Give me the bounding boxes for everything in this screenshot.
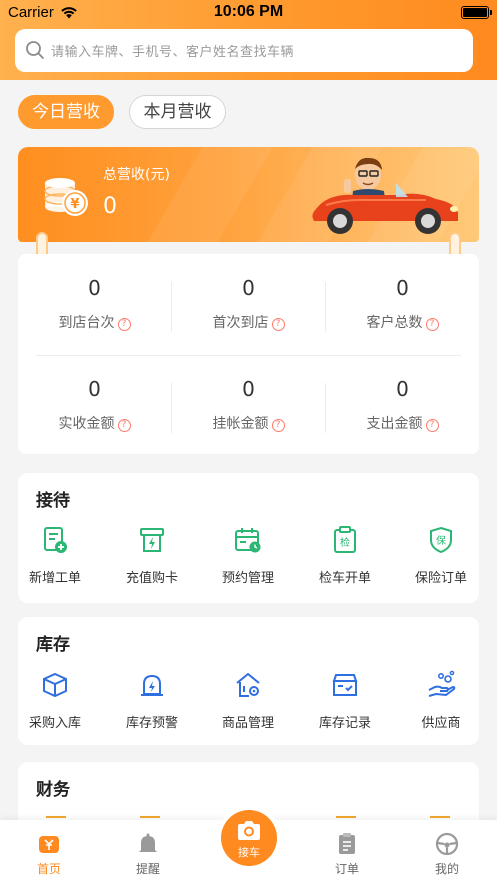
goods-icon	[233, 670, 263, 700]
item-label: 采购入库	[28, 716, 81, 731]
help-icon[interactable]: ?	[271, 318, 285, 331]
insurance-badge: 保	[436, 534, 446, 547]
help-icon[interactable]: ?	[117, 318, 131, 331]
stats-divider	[36, 355, 461, 356]
stat-label: 首次到店	[212, 315, 269, 331]
steering-wheel-icon	[435, 832, 459, 856]
insurance-shield-icon: 保	[426, 525, 456, 555]
stat-received-amount[interactable]: 0 实收金额?	[18, 377, 171, 433]
stats-card: 0 到店台次? 0 首次到店? 0 客户总数? 0 实收金额? 0 挂帐金额? …	[18, 254, 479, 454]
car-mascot-illustration	[306, 153, 466, 242]
item-label: 库存预警	[125, 716, 178, 731]
revenue-banner: ¥ 总营收(元) 0	[18, 147, 479, 242]
stat-label: 到店台次	[58, 315, 115, 331]
stat-value: 0	[242, 276, 255, 300]
status-bar: Carrier 10:06 PM	[0, 0, 497, 26]
tab-label: 订单	[334, 862, 359, 876]
svg-text:¥: ¥	[70, 197, 79, 212]
insurance-order-button[interactable]: 保 保险订单	[395, 525, 487, 586]
recharge-card-icon	[137, 525, 167, 555]
item-label: 预约管理	[221, 571, 274, 586]
reception-section: 接待 新增工单 充值购卡 预约管理 检 检车开单 保 保险订单	[18, 473, 479, 603]
status-time: 10:06 PM	[213, 3, 284, 20]
help-icon[interactable]: ?	[425, 318, 439, 331]
new-work-order-button[interactable]: 新增工单	[9, 525, 101, 586]
stat-value: 0	[242, 377, 255, 401]
appointment-management-button[interactable]: 预约管理	[202, 525, 294, 586]
section-title: 财务	[36, 780, 70, 800]
home-icon	[37, 832, 61, 856]
help-icon[interactable]: ?	[425, 419, 439, 432]
help-icon[interactable]: ?	[271, 419, 285, 432]
alert-icon	[137, 670, 167, 700]
total-revenue-value: 0	[103, 194, 117, 219]
tab-mine[interactable]: 我的	[407, 820, 487, 877]
stock-alert-button[interactable]: 库存预警	[106, 670, 198, 731]
receive-car-label: 接车	[238, 846, 260, 859]
receive-car-button[interactable]: 接车	[221, 810, 277, 866]
recharge-card-button[interactable]: 充值购卡	[106, 525, 198, 586]
tab-label: 提醒	[135, 862, 160, 876]
supplier-button[interactable]: 供应商	[395, 670, 487, 731]
bell-icon	[136, 832, 160, 856]
item-label: 商品管理	[221, 716, 274, 731]
stat-total-customers[interactable]: 0 客户总数?	[326, 276, 479, 332]
new-order-icon	[40, 525, 70, 555]
tab-reminder[interactable]: 提醒	[108, 820, 188, 877]
search-placeholder: 请输入车牌、手机号、客户姓名查找车辆	[51, 45, 295, 60]
stock-record-button[interactable]: 库存记录	[299, 670, 391, 731]
calendar-icon	[233, 525, 263, 555]
box-icon	[40, 670, 70, 700]
stat-value: 0	[88, 377, 101, 401]
stat-label: 实收金额	[58, 416, 115, 432]
inspection-badge: 检	[340, 536, 350, 549]
stat-value: 0	[396, 377, 409, 401]
tab-month-revenue[interactable]: 本月营收	[129, 95, 226, 129]
record-box-icon	[330, 670, 360, 700]
stat-expense-amount[interactable]: 0 支出金额?	[326, 377, 479, 433]
tab-home[interactable]: 首页	[9, 820, 89, 877]
item-label: 检车开单	[318, 571, 371, 586]
camera-icon	[236, 820, 262, 846]
tab-label: 首页	[36, 862, 61, 876]
coin-stack-icon: ¥	[42, 171, 90, 227]
stat-label: 挂帐金额	[212, 416, 269, 432]
help-icon[interactable]: ?	[117, 419, 131, 432]
search-input[interactable]: 请输入车牌、手机号、客户姓名查找车辆	[15, 29, 473, 72]
tab-today-revenue[interactable]: 今日营收	[18, 95, 114, 129]
stat-value: 0	[396, 276, 409, 300]
section-title: 库存	[36, 635, 70, 655]
stat-label: 客户总数	[366, 315, 423, 331]
total-revenue-label: 总营收(元)	[103, 167, 170, 183]
section-title: 接待	[36, 491, 70, 511]
search-icon	[25, 40, 45, 64]
tab-label: 我的	[434, 862, 459, 876]
clipboard-icon	[335, 832, 359, 856]
stat-credit-amount[interactable]: 0 挂帐金额?	[172, 377, 325, 433]
goods-management-button[interactable]: 商品管理	[202, 670, 294, 731]
stat-value: 0	[88, 276, 101, 300]
stat-label: 支出金额	[366, 416, 423, 432]
tab-orders[interactable]: 订单	[307, 820, 387, 877]
battery-icon	[461, 6, 492, 19]
stat-first-visit[interactable]: 0 首次到店?	[172, 276, 325, 332]
stat-store-visits[interactable]: 0 到店台次?	[18, 276, 171, 332]
item-label: 供应商	[421, 716, 461, 731]
inventory-section: 库存 采购入库 库存预警 商品管理 库存记录 供应商	[18, 617, 479, 745]
item-label: 新增工单	[28, 571, 81, 586]
item-label: 保险订单	[414, 571, 467, 586]
inspection-clipboard-icon: 检	[330, 525, 360, 555]
purchase-inbound-button[interactable]: 采购入库	[9, 670, 101, 731]
item-label: 库存记录	[318, 716, 371, 731]
supplier-hand-icon	[426, 670, 456, 700]
inspection-order-button[interactable]: 检 检车开单	[299, 525, 391, 586]
item-label: 充值购卡	[125, 571, 178, 586]
